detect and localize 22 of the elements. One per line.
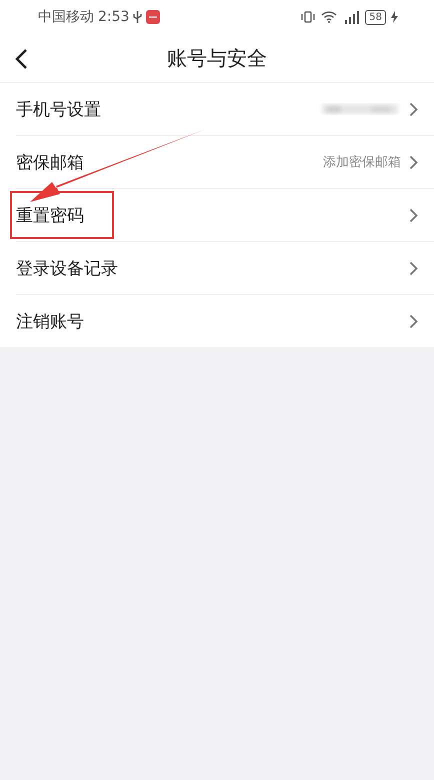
battery-level: 58	[365, 10, 386, 24]
app-notification-icon	[146, 10, 160, 24]
chevron-right-icon	[409, 260, 418, 276]
chevron-right-icon	[409, 314, 418, 328]
back-icon[interactable]	[14, 48, 28, 70]
usb-icon	[133, 10, 142, 24]
page-title: 账号与安全	[167, 44, 267, 72]
wifi-icon	[321, 11, 338, 23]
row-label: 手机号设置	[16, 98, 101, 120]
row-label: 密保邮箱	[16, 152, 84, 174]
charging-icon	[391, 11, 398, 23]
row-label: 重置密码	[16, 204, 84, 226]
chevron-right-icon	[409, 102, 418, 116]
row-label: 注销账号	[16, 310, 84, 332]
chevron-right-icon	[409, 154, 418, 170]
row-label: 登录设备记录	[16, 258, 118, 280]
carrier-name: 中国移动	[38, 8, 94, 26]
vibrate-icon	[300, 11, 316, 23]
row-value: 添加密保邮箱	[323, 154, 401, 171]
signal-icon	[342, 10, 360, 24]
clock: 2:53	[98, 9, 130, 25]
chevron-right-icon	[409, 208, 418, 222]
